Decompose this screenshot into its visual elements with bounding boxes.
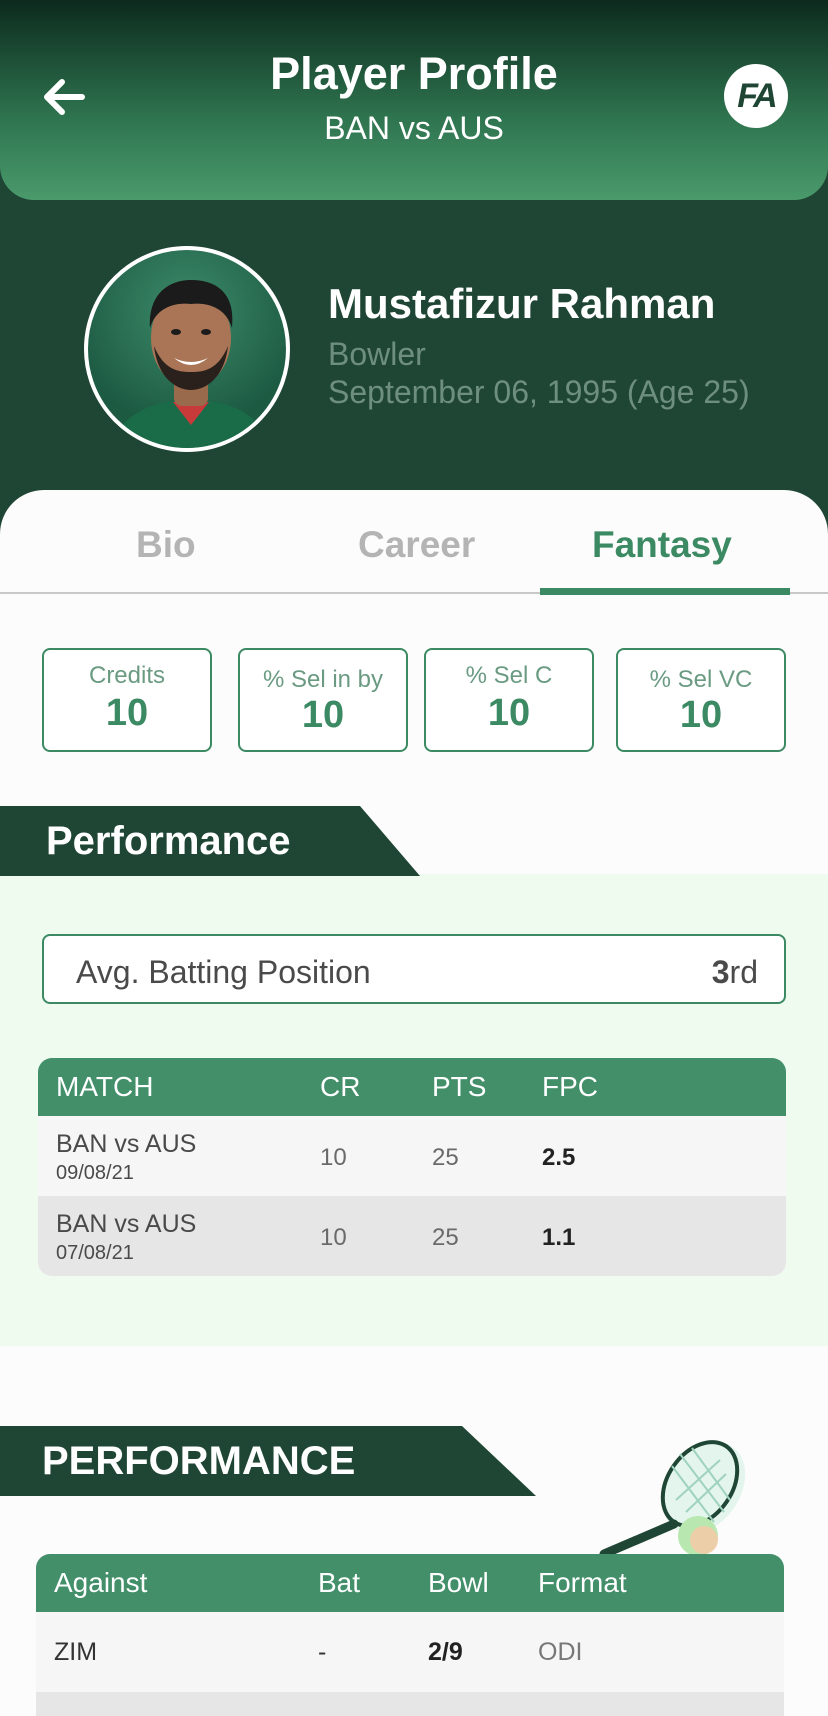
tab-career[interactable]: Career xyxy=(358,524,475,566)
col-cr: CR xyxy=(320,1071,361,1102)
cell-date: 09/08/21 xyxy=(56,1162,134,1184)
cell-bowl: 2/9 xyxy=(428,1638,463,1666)
cell-bat: - xyxy=(318,1638,327,1666)
performance-heading-2: PERFORMANCE xyxy=(0,1426,536,1496)
tab-bar: Bio Career Fantasy xyxy=(0,490,828,595)
col-bat: Bat xyxy=(318,1567,361,1598)
table-row[interactable]: BAN vs AUS 07/08/21 10 25 1.1 xyxy=(38,1196,786,1276)
player-name: Mustafizur Rahman xyxy=(328,280,716,327)
stat-label: % Sel in by xyxy=(262,666,384,693)
cell-format: ODI xyxy=(538,1638,583,1666)
player-role: Bowler xyxy=(328,336,426,372)
tab-active-indicator xyxy=(540,588,790,595)
table-row[interactable]: ZIM - 2/9 ODI xyxy=(36,1612,784,1692)
stat-value: 10 xyxy=(301,694,345,736)
player-photo-icon xyxy=(110,280,272,448)
page-title: Player Profile xyxy=(270,48,558,99)
cell-cr: 10 xyxy=(320,1224,347,1251)
avg-batting-number: 3 xyxy=(711,954,730,990)
cell-cr: 10 xyxy=(320,1144,347,1171)
cell-match: BAN vs AUS xyxy=(56,1210,197,1238)
stat-value: 10 xyxy=(105,692,149,734)
table-header: Against Bat Bowl Format xyxy=(36,1554,784,1612)
stat-label: Credits xyxy=(88,662,166,689)
table-row[interactable]: BAN vs AUS 09/08/21 10 25 2.5 xyxy=(38,1116,786,1196)
table-row[interactable] xyxy=(36,1692,784,1716)
cell-pts: 25 xyxy=(432,1144,459,1171)
stat-value: 10 xyxy=(679,694,723,736)
cell-pts: 25 xyxy=(432,1224,459,1251)
stat-value: 10 xyxy=(487,692,531,734)
fantasy-match-table: MATCH CR PTS FPC BAN vs AUS 09/08/21 10 … xyxy=(38,1058,786,1276)
cell-match: BAN vs AUS xyxy=(56,1130,197,1158)
avg-batting-position: Avg. Batting Position 3rd xyxy=(42,934,786,1004)
performance-history-table: Against Bat Bowl Format ZIM - 2/9 ODI xyxy=(36,1554,784,1716)
page-subtitle: BAN vs AUS xyxy=(324,110,504,146)
cell-against: ZIM xyxy=(54,1638,98,1666)
cell-fpc: 2.5 xyxy=(542,1144,576,1171)
fa-logo[interactable]: FA xyxy=(724,64,788,128)
stat-sel-vc: % Sel VC 10 xyxy=(616,648,786,752)
avg-batting-label: Avg. Batting Position xyxy=(76,954,371,990)
cell-date: 07/08/21 xyxy=(56,1242,134,1264)
player-avatar xyxy=(84,246,290,452)
cell-fpc: 1.1 xyxy=(542,1224,576,1251)
tennis-racket-icon xyxy=(599,1440,746,1556)
stat-sel-c: % Sel C 10 xyxy=(424,648,594,752)
performance-heading: Performance xyxy=(0,806,420,876)
table-header: MATCH CR PTS FPC xyxy=(38,1058,786,1116)
col-pts: PTS xyxy=(432,1071,487,1102)
player-dob: September 06, 1995 (Age 25) xyxy=(328,374,750,410)
tab-fantasy[interactable]: Fantasy xyxy=(592,524,732,566)
stat-credits: Credits 10 xyxy=(42,648,212,752)
col-format: Format xyxy=(538,1567,627,1598)
avg-batting-value: 3rd xyxy=(712,954,758,991)
avg-batting-suffix: rd xyxy=(729,954,758,990)
col-fpc: FPC xyxy=(542,1071,598,1102)
tab-bio[interactable]: Bio xyxy=(136,524,196,566)
stat-label: % Sel VC xyxy=(649,666,753,693)
col-bowl: Bowl xyxy=(428,1567,489,1598)
app-header: Player Profile BAN vs AUS FA xyxy=(0,0,828,200)
col-match: MATCH xyxy=(56,1071,154,1102)
stat-label: % Sel C xyxy=(465,662,553,689)
stat-sel-in-by: % Sel in by 10 xyxy=(238,648,408,752)
col-against: Against xyxy=(54,1567,148,1598)
